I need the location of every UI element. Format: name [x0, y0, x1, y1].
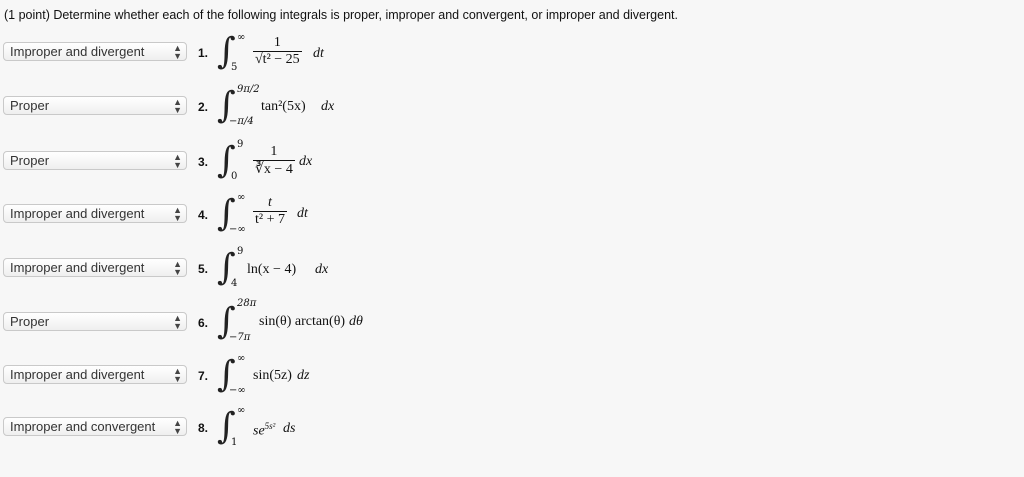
answer-select-5-value: Improper and divergent	[10, 260, 145, 275]
problem-number-7: 7.	[198, 369, 209, 383]
problem-number-8: 8.	[198, 421, 209, 435]
differential-1: dt	[313, 46, 324, 61]
answer-select-7[interactable]: Improper and divergent ▲ ▼	[3, 365, 187, 384]
chevron-updown-icon: ▲ ▼	[173, 258, 182, 277]
upper-limit-8: ∞	[237, 405, 246, 416]
denominator-4: t² + 7	[255, 212, 285, 227]
differential-6: dθ	[349, 314, 363, 329]
answer-select-1-value: Improper and divergent	[10, 44, 145, 59]
integrand-2: tan²(5x)	[261, 99, 306, 114]
chevron-updown-icon: ▲ ▼	[173, 204, 182, 223]
answer-select-1[interactable]: Improper and divergent ▲ ▼	[3, 42, 187, 61]
fraction-1: 1 √t² − 25	[253, 35, 302, 68]
differential-7: dz	[297, 368, 310, 383]
lower-limit-8: 1	[231, 437, 238, 448]
chevron-updown-icon: ▲ ▼	[173, 417, 182, 436]
differential-4: dt	[297, 206, 308, 221]
integrand-8-base: se	[253, 423, 265, 439]
upper-limit-4: ∞	[237, 192, 246, 203]
answer-select-2-value: Proper	[10, 98, 50, 113]
answer-select-2[interactable]: Proper ▲ ▼	[3, 96, 187, 115]
problem-number-6: 6.	[198, 316, 209, 330]
problem-row-1: Improper and divergent ▲ ▼ 1. ∫ ∞ 5 1 √t²…	[3, 32, 703, 80]
lower-limit-1: 5	[231, 62, 238, 73]
problem-number-2: 2.	[198, 100, 209, 114]
answer-select-8-value: Improper and convergent	[10, 419, 156, 434]
upper-limit-1: ∞	[237, 32, 246, 43]
lower-limit-4: −∞	[229, 224, 246, 235]
integrand-8-exponent: 5s²	[264, 421, 276, 431]
upper-limit-6: 28π	[237, 298, 257, 309]
differential-2: dx	[321, 99, 335, 114]
answer-select-4-value: Improper and divergent	[10, 206, 145, 221]
fraction-4: t t² + 7	[253, 195, 287, 228]
fraction-3: 1 ∛x − 4	[253, 144, 295, 178]
upper-limit-5: 9	[237, 246, 244, 257]
lower-limit-6: −7π	[229, 332, 251, 343]
upper-limit-2: 9π/2	[237, 84, 260, 95]
problem-number-5: 5.	[198, 262, 209, 276]
problem-row-7: Improper and divergent ▲ ▼ 7. ∫ ∞ −∞ sin(…	[3, 353, 703, 403]
problem-row-2: Proper ▲ ▼ 2. ∫ 9π/2 −π/4 tan²(5x) dx	[3, 84, 703, 134]
answer-select-8[interactable]: Improper and convergent ▲ ▼	[3, 417, 187, 436]
integrand-8: se5s²	[253, 421, 275, 440]
question-text: (1 point) Determine whether each of the …	[4, 8, 678, 22]
lower-limit-2: −π/4	[229, 116, 254, 127]
chevron-updown-icon: ▲ ▼	[173, 151, 182, 170]
chevron-updown-icon: ▲ ▼	[173, 365, 182, 384]
problem-row-6: Proper ▲ ▼ 6. ∫ 28π −7π sin(θ) arctan(θ) …	[3, 298, 703, 350]
differential-3: dx	[299, 154, 313, 169]
lower-limit-5: 4	[231, 278, 238, 289]
differential-8: ds	[283, 421, 296, 436]
lower-limit-3: 0	[231, 171, 238, 182]
upper-limit-7: ∞	[237, 353, 246, 364]
upper-limit-3: 9	[237, 139, 244, 150]
problem-row-8: Improper and convergent ▲ ▼ 8. ∫ ∞ 1 se5s…	[3, 405, 703, 455]
denominator-3: ∛x − 4	[255, 162, 293, 177]
numerator-3: 1	[270, 144, 278, 159]
answer-select-6-value: Proper	[10, 314, 50, 329]
problem-row-4: Improper and divergent ▲ ▼ 4. ∫ ∞ −∞ t t²…	[3, 192, 703, 242]
problem-row-5: Improper and divergent ▲ ▼ 5. ∫ 9 4 ln(x …	[3, 246, 703, 296]
integrand-5: ln(x − 4)	[247, 262, 297, 277]
answer-select-3[interactable]: Proper ▲ ▼	[3, 151, 187, 170]
differential-5: dx	[315, 262, 329, 277]
chevron-updown-icon: ▲ ▼	[173, 42, 182, 61]
numerator-1: 1	[273, 35, 281, 50]
problem-number-1: 1.	[198, 46, 209, 60]
lower-limit-7: −∞	[229, 385, 246, 396]
answer-select-6[interactable]: Proper ▲ ▼	[3, 312, 187, 331]
integrand-7: sin(5z)	[253, 368, 292, 383]
answer-select-7-value: Improper and divergent	[10, 367, 145, 382]
problem-number-3: 3.	[198, 155, 209, 169]
answer-select-4[interactable]: Improper and divergent ▲ ▼	[3, 204, 187, 223]
answer-select-3-value: Proper	[10, 153, 50, 168]
problem-row-3: Proper ▲ ▼ 3. ∫ 9 0 1 ∛x − 4 dx	[3, 139, 703, 189]
problem-number-4: 4.	[198, 208, 209, 222]
integrand-6: sin(θ) arctan(θ)	[259, 314, 346, 329]
chevron-updown-icon: ▲ ▼	[173, 96, 182, 115]
chevron-updown-icon: ▲ ▼	[173, 312, 182, 331]
denominator-1: √t² − 25	[255, 52, 300, 67]
answer-select-5[interactable]: Improper and divergent ▲ ▼	[3, 258, 187, 277]
numerator-4: t	[268, 195, 272, 210]
